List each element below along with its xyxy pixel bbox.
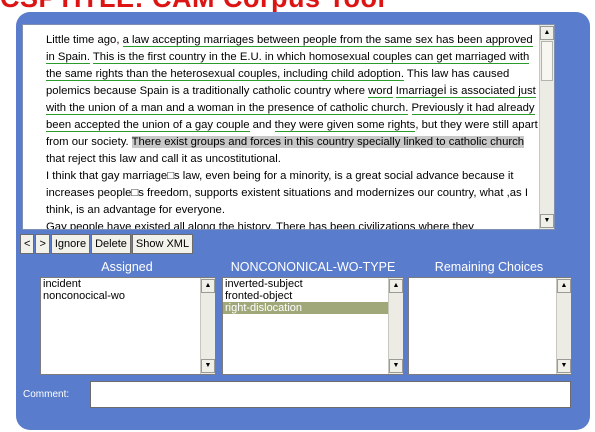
document-paragraph: Gay people have existed all along the hi… [29,219,539,230]
nonconocical-listbox-scrollbar[interactable]: ▲ ▼ [388,278,403,374]
document-paragraph: I think that gay marriage□s law, even be… [29,168,539,219]
scroll-up-arrow-icon[interactable]: ▲ [201,279,215,293]
list-item[interactable]: nonconocical-wo [41,290,215,302]
text-segment: Little time ago, [46,34,123,46]
scroll-up-arrow-icon[interactable]: ▲ [389,279,403,293]
delete-button[interactable]: Delete [91,234,131,254]
toolbar: < > Ignore Delete Show XML [20,234,194,254]
remaining-listbox-scrollbar[interactable]: ▲ ▼ [556,278,571,374]
list-item[interactable]: fronted-object [223,290,403,302]
remaining-listbox[interactable]: ▲ ▼ [408,277,572,375]
app-title: CSPTITLE: CAM Corpus Tool [0,0,595,12]
nonconocical-column-title: NONCONONICAL-WO-TYPE [230,260,396,274]
text-segment: that reject this law and call it as unco… [46,153,281,165]
annotated-segment[interactable]: word [368,85,393,98]
scroll-up-arrow-icon[interactable]: ▲ [540,26,554,40]
nonconocical-listbox[interactable]: inverted-subject fronted-object right-disl… [222,277,404,375]
annotated-segment[interactable]: they were given some rights [274,119,416,132]
scroll-up-arrow-icon[interactable]: ▲ [557,279,571,293]
assigned-listbox-scrollbar[interactable]: ▲ ▼ [200,278,215,374]
document-viewer[interactable]: Little time ago, a law accepting marriag… [22,24,555,230]
highlighted-segment[interactable]: There exist groups and forces in this co… [131,136,525,148]
list-item[interactable]: inverted-subject [223,278,403,290]
remaining-column-title: Remaining Choices [434,260,544,274]
assigned-column-title: Assigned [101,260,153,274]
text-segment: and [249,119,275,131]
text-segment: I think that gay marriage□s law, even be… [46,170,528,216]
document-scrollbar[interactable]: ▲ ▼ [539,25,554,229]
scroll-down-arrow-icon[interactable]: ▼ [540,214,554,228]
ignore-button[interactable]: Ignore [50,234,91,254]
scroll-down-arrow-icon[interactable]: ▼ [557,359,571,373]
nonconocical-list-items: inverted-subject fronted-object right-disl… [223,278,403,314]
comment-input[interactable] [90,381,571,408]
text-segment: Gay people have existed all along the hi… [46,221,474,230]
previous-button[interactable]: < [20,234,35,254]
scroll-down-arrow-icon[interactable]: ▼ [201,359,215,373]
document-text[interactable]: Little time ago, a law accepting marriag… [23,25,539,230]
scroll-down-arrow-icon[interactable]: ▼ [389,359,403,373]
next-button[interactable]: > [35,234,50,254]
show-xml-button[interactable]: Show XML [131,234,194,254]
list-item[interactable]: incident [41,278,215,290]
comment-label: Comment: [23,389,70,400]
assigned-listbox[interactable]: incident nonconocical-wo ▲ ▼ [40,277,216,375]
scroll-thumb[interactable] [541,41,553,81]
list-item[interactable]: right-dislocation [223,302,403,314]
assigned-list-items: incident nonconocical-wo [41,278,215,302]
document-paragraph: Little time ago, a law accepting marriag… [29,32,539,168]
